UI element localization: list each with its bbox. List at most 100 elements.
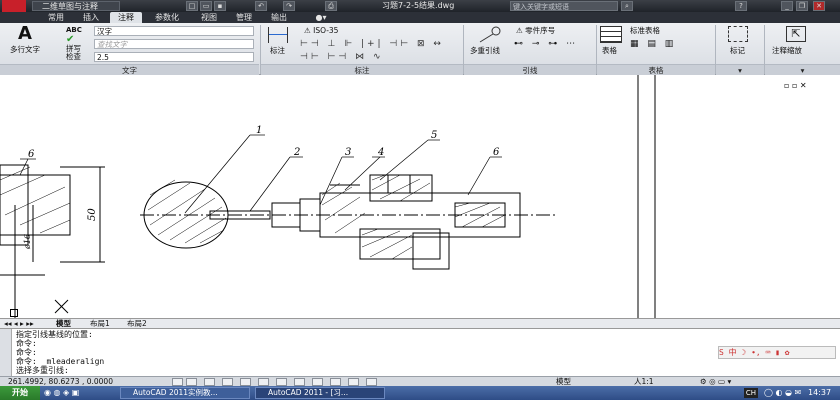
search-input[interactable]: 键入关键字或短语 [510,1,618,11]
balloon-6-left: 6 [28,149,35,160]
dimension-icon[interactable] [268,27,288,43]
spellcheck-icon[interactable]: ABC ✔ [66,26,82,45]
new-icon[interactable]: □ [186,1,198,11]
open-icon[interactable]: ▭ [200,1,212,11]
minimize-button[interactable]: _ [781,1,793,11]
start-label: 开始 [12,388,28,397]
mtext-icon[interactable]: A [18,25,32,43]
markup-label[interactable]: 标记 [730,45,745,56]
polar-toggle[interactable] [222,378,233,386]
table-button-label[interactable]: 表格 [602,45,617,56]
tpy-toggle[interactable] [330,378,341,386]
balloon-5: 5 [431,130,437,141]
text-height-select[interactable]: 2.5 [94,52,254,62]
ribbon-tabs: 常用 插入 注释 参数化 视图 管理 输出 ●▾ [0,12,840,23]
dim-tools-row-2[interactable]: ⊣⊢ ⊢⊣ ⋈ ∿ [300,52,383,62]
table-tools[interactable]: ▦ ▤ ▥ [630,39,676,49]
model-space-label[interactable]: 模型 [556,377,571,386]
technical-drawing: 1 2 3 4 5 6 6 50 ø16 [0,75,656,320]
drawing-canvas[interactable]: 1 2 3 4 5 6 6 50 ø16 ▫ ▫ ✕ [0,75,840,320]
command-line-handle[interactable] [0,329,12,377]
scale-panel-title[interactable]: ▾ [765,64,840,75]
command-prompt[interactable]: 选择多重引线: [16,366,69,375]
dim-phi-label: ø16 [23,234,32,250]
text-panel-title[interactable]: 文字 [0,64,259,75]
leader-panel-title[interactable]: 引线 [464,64,596,75]
osnap-toggle[interactable] [240,378,251,386]
undo-icon[interactable]: ↶ [255,1,267,11]
print-icon[interactable]: ⎙ [325,1,337,11]
tab-home[interactable]: 常用 [40,12,72,23]
sc-toggle[interactable] [366,378,377,386]
command-line[interactable]: 指定引线基线的位置: 命令: 命令: 命令: _mleaderalign 选择多… [0,328,840,377]
save-icon[interactable]: ▪ [214,1,226,11]
tab-annotate[interactable]: 注释 [110,12,142,23]
balloon-1: 1 [256,125,262,136]
taskbar-item-tutorial[interactable]: AutoCAD 2011实例教... [120,387,250,399]
start-button[interactable]: 开始 [0,386,40,400]
app-logo-icon[interactable] [2,0,26,12]
spellcheck-label[interactable]: 拼写 检查 [66,45,81,61]
table-style-value: 标准表格 [630,26,660,35]
tab-manage[interactable]: 管理 [228,12,260,23]
command-history-4: 命令: _mleaderalign [16,357,105,366]
markup-icon[interactable] [728,26,748,42]
mtext-button-label[interactable]: 多行文字 [10,44,40,55]
ortho-toggle[interactable] [204,378,215,386]
find-text-input[interactable]: 查找文字 [94,39,254,49]
dim-tools-row[interactable]: ⊢⊣ ⊥ ⊩ |+| ⊣⊢ ⊠ ↔ [300,39,444,49]
mleader-style-select[interactable]: ⚠ 零件序号 [514,26,594,36]
mleader-icon[interactable] [476,26,502,44]
tab-parametric[interactable]: 参数化 [145,12,189,23]
tab-view[interactable]: 视图 [193,12,225,23]
ucs-icon [10,309,18,317]
grid-toggle[interactable] [186,378,197,386]
close-button[interactable]: ✕ [813,1,825,11]
text-style-value: 汉字 [97,27,112,36]
annotation-scale[interactable]: 人1:1 [634,377,654,386]
tray-icons[interactable]: ◯ ◐ ◒ ✉ [764,387,801,399]
windows-taskbar: 开始 ◉ ◍ ◈ ▣ AutoCAD 2011实例教... AutoCAD 20… [0,386,840,400]
qp-toggle[interactable] [348,378,359,386]
dyn-toggle[interactable] [294,378,305,386]
command-history-1: 指定引线基线的位置: [16,330,93,339]
annotation-scale-label[interactable]: 注释缩放 [772,45,802,56]
document-title: 习题7-2-5结果.dwg [382,1,455,10]
ducs-toggle[interactable] [276,378,287,386]
table-panel-title[interactable]: 表格 [597,64,715,75]
tab-insert[interactable]: 插入 [75,12,107,23]
restore-button[interactable]: ❐ [796,1,808,11]
workspace-dropdown[interactable]: 二维草图与注释 [32,1,120,11]
quicklaunch-icons[interactable]: ◉ ◍ ◈ ▣ [44,387,79,399]
text-style-select[interactable]: 汉字 [94,26,254,36]
search-icon[interactable]: ⌕ [621,1,633,11]
table-style-select[interactable]: 标准表格 [628,26,708,36]
balloon-6: 6 [493,147,500,158]
find-text-placeholder: 查找文字 [97,40,127,49]
dim-style-value: ISO-35 [313,26,339,35]
title-bar: 二维草图与注释 □ ▭ ▪ ↶ ↷ ⎙ 习题7-2-5结果.dwg 键入关键字或… [0,0,840,12]
ime-toolbar[interactable]: S 中 ☽ ∙, ⌨ ▮ ✿ [718,346,836,359]
otrack-toggle[interactable] [258,378,269,386]
dim-panel-title[interactable]: 标注 [261,64,463,75]
dim-style-select[interactable]: ⚠ ISO-35 [302,26,452,36]
status-tray-icons[interactable]: ⚙ ◎ ▭ ▾ [700,377,731,386]
help-icon[interactable]: ? [735,1,747,11]
tab-output[interactable]: 输出 [263,12,295,23]
taskbar-item-autocad[interactable]: AutoCAD 2011 - [习... [255,387,385,399]
ime-indicator[interactable]: CH [744,388,758,398]
dimension-button-label[interactable]: 标注 [270,45,285,56]
table-icon[interactable] [600,26,622,43]
viewport-controls[interactable]: ▫ ▫ ✕ [784,81,807,90]
snap-toggle[interactable] [172,378,183,386]
ribbon: A 多行文字 ABC ✔ 拼写 检查 汉字 查找文字 2.5 文字 标注 ⚠ IS… [0,23,840,75]
leader-tools[interactable]: ⊷ ⊸ ⊶ ⋯ [514,39,578,49]
balloon-2: 2 [293,147,300,158]
markup-panel-title[interactable]: ▾ [716,64,764,75]
balloon-3: 3 [345,147,351,158]
redo-icon[interactable]: ↷ [283,1,295,11]
lwt-toggle[interactable] [312,378,323,386]
annotation-scale-icon[interactable]: ⇱ [786,26,806,42]
mleader-button-label[interactable]: 多重引线 [470,45,500,56]
ribbon-minimize-icon[interactable]: ●▾ [312,12,330,23]
